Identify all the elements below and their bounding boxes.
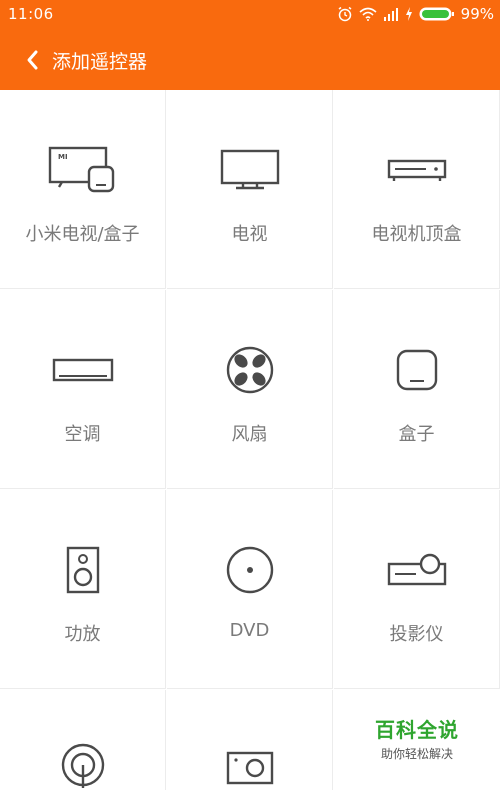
status-icons: 99%	[337, 4, 494, 24]
device-label: 风扇	[231, 424, 268, 445]
device-item-air-conditioner[interactable]: 空调	[0, 290, 166, 489]
fan-icon	[226, 346, 273, 394]
svg-text:MI: MI	[58, 153, 68, 161]
battery-icon	[419, 6, 455, 22]
alarm-icon	[337, 6, 353, 22]
battery-level: 99%	[460, 5, 494, 23]
device-label: 电视机顶盒	[371, 224, 462, 245]
watermark-title: 百科全说	[375, 718, 459, 742]
camera-icon	[226, 751, 273, 785]
title-bar: 添加遥控器	[0, 38, 500, 82]
device-label: 功放	[64, 624, 101, 645]
device-item-mi-tv-box[interactable]: MI 小米电视/盒子	[0, 90, 166, 289]
back-button[interactable]	[18, 44, 48, 76]
tv-icon	[220, 149, 279, 190]
device-label: 小米电视/盒子	[25, 224, 140, 245]
device-label: 盒子	[398, 424, 435, 445]
signal-icon	[383, 7, 399, 21]
device-label: DVD	[229, 620, 270, 641]
header: 11:06 99% 添加遥控器	[0, 0, 500, 90]
device-item-fan[interactable]: 风扇	[167, 290, 333, 489]
device-item-set-top-box[interactable]: 电视机顶盒	[334, 90, 500, 289]
device-label: 电视	[231, 224, 268, 245]
amplifier-icon	[66, 546, 99, 594]
page-title: 添加遥控器	[52, 51, 148, 73]
dvd-icon	[226, 546, 273, 594]
wifi-icon	[359, 7, 377, 21]
projector-icon	[387, 553, 446, 586]
device-label: 投影仪	[389, 624, 444, 645]
device-item-dvd[interactable]: DVD	[167, 490, 333, 689]
device-item-tv[interactable]: 电视	[167, 90, 333, 289]
status-bar: 11:06 99%	[0, 0, 500, 28]
water-heater-icon	[61, 743, 104, 788]
air-conditioner-icon	[52, 358, 113, 382]
device-item-box[interactable]: 盒子	[334, 290, 500, 489]
watermark: 百科全说 助你轻松解决	[334, 714, 500, 762]
device-label: 空调	[64, 424, 101, 445]
mi-tv-box-icon: MI	[48, 146, 114, 193]
device-item-projector[interactable]: 投影仪	[334, 490, 500, 689]
device-item-water-heater[interactable]	[0, 690, 166, 790]
status-time: 11:06	[8, 5, 54, 23]
device-item-amplifier[interactable]: 功放	[0, 490, 166, 689]
device-item-camera[interactable]	[167, 690, 333, 790]
set-top-box-icon	[387, 159, 446, 181]
chevron-left-icon	[27, 50, 38, 70]
device-grid: MI 小米电视/盒子 电视 电视机顶盒 空调 风扇 盒子 功放 DVD 投影仪	[0, 90, 500, 790]
watermark-subtitle: 助你轻松解决	[380, 747, 453, 761]
charging-icon	[405, 7, 413, 21]
box-icon	[396, 349, 437, 391]
